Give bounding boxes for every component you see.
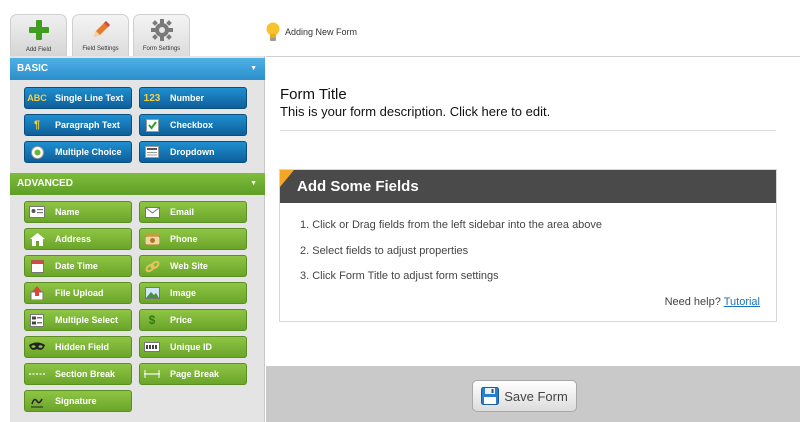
floppy-disk-icon — [481, 387, 500, 405]
tab-form-settings[interactable]: Form Settings — [133, 14, 190, 56]
status-indicator: Adding New Form — [265, 22, 357, 42]
advanced-section-header[interactable]: ADVANCED ▼ — [10, 173, 265, 195]
add-fields-title: Add Some Fields — [297, 178, 419, 195]
id-icon — [144, 340, 160, 354]
save-form-label: Save Form — [504, 388, 568, 404]
upload-icon — [29, 286, 45, 300]
link-icon — [144, 259, 160, 273]
number-123-icon: 123 — [143, 92, 161, 104]
field-button-date-time[interactable]: Date Time — [24, 255, 132, 277]
top-bar: Add Field Field Settings Form Settings A… — [0, 0, 800, 57]
dollar-icon: $ — [148, 313, 156, 327]
house-icon — [29, 232, 45, 246]
field-button-hidden-field[interactable]: Hidden Field — [24, 336, 132, 358]
field-button-multiple-select[interactable]: Multiple Select — [24, 309, 132, 331]
field-button-dropdown[interactable]: Dropdown — [139, 141, 247, 163]
radio-icon — [29, 145, 45, 159]
divider — [280, 130, 776, 131]
save-form-button[interactable]: Save Form — [472, 380, 577, 412]
tab-field-settings[interactable]: Field Settings — [72, 14, 129, 56]
instruction-step: 1. Click or Drag fields from the left si… — [300, 219, 603, 231]
lightbulb-icon — [266, 22, 280, 41]
section-break-icon — [29, 367, 45, 381]
gear-icon — [150, 19, 173, 41]
form-title[interactable]: Form Title — [280, 86, 347, 103]
abc-text-icon: ABC — [27, 93, 47, 103]
envelope-icon — [144, 205, 160, 219]
field-button-number[interactable]: 123 Number — [139, 87, 247, 109]
form-canvas: Form Title This is your form description… — [266, 56, 800, 366]
section-title: ADVANCED — [17, 178, 73, 189]
instruction-step: 3. Click Form Title to adjust form setti… — [300, 270, 499, 282]
field-sidebar: BASIC ▼ ABC Single Line Text 123 Number … — [10, 56, 265, 422]
footer-bar: Save Form — [266, 366, 800, 422]
field-button-image[interactable]: Image — [139, 282, 247, 304]
tab-label: Field Settings — [82, 46, 119, 52]
field-button-name[interactable]: Name — [24, 201, 132, 223]
paragraph-icon: ¶ — [33, 119, 41, 131]
corner-marker — [280, 170, 294, 187]
field-button-multiple-choice[interactable]: Multiple Choice — [24, 141, 132, 163]
basic-section-header[interactable]: BASIC ▼ — [10, 58, 265, 80]
calendar-icon — [29, 259, 45, 273]
help-text: Need help? — [664, 296, 721, 308]
plus-icon — [28, 20, 49, 40]
chevron-down-icon: ▼ — [250, 180, 257, 187]
field-button-signature[interactable]: Signature — [24, 390, 132, 412]
field-button-phone[interactable]: Phone — [139, 228, 247, 250]
name-card-icon — [29, 205, 45, 219]
field-button-address[interactable]: Address — [24, 228, 132, 250]
mask-icon — [29, 340, 45, 354]
instruction-step: 2. Select fields to adjust properties — [300, 245, 469, 257]
field-button-price[interactable]: $ Price — [139, 309, 247, 331]
status-text: Adding New Form — [285, 27, 358, 37]
tab-label: Add Field — [25, 47, 52, 53]
field-button-unique-id[interactable]: Unique ID — [139, 336, 247, 358]
field-button-section-break[interactable]: Section Break — [24, 363, 132, 385]
field-button-single-line-text[interactable]: ABC Single Line Text — [24, 87, 132, 109]
multi-select-icon — [29, 313, 45, 327]
field-button-paragraph-text[interactable]: ¶ Paragraph Text — [24, 114, 132, 136]
form-description[interactable]: This is your form description. Click her… — [280, 104, 550, 119]
field-button-checkbox[interactable]: Checkbox — [139, 114, 247, 136]
dropdown-icon — [144, 145, 160, 159]
tab-label: Form Settings — [142, 46, 181, 52]
pencil-icon — [93, 21, 110, 37]
checkbox-icon — [144, 118, 160, 132]
field-button-page-break[interactable]: Page Break — [139, 363, 247, 385]
add-fields-panel: Add Some Fields 1. Click or Drag fields … — [279, 169, 777, 322]
page-break-icon — [144, 367, 160, 381]
section-title: BASIC — [17, 63, 49, 74]
help-row: Need help? Tutorial — [665, 296, 760, 308]
field-button-email[interactable]: Email — [139, 201, 247, 223]
tutorial-link[interactable]: Tutorial — [724, 296, 760, 308]
field-button-file-upload[interactable]: File Upload — [24, 282, 132, 304]
tab-add-field[interactable]: Add Field — [10, 14, 67, 57]
chevron-down-icon: ▼ — [250, 65, 257, 72]
image-icon — [144, 286, 160, 300]
signature-icon — [29, 394, 45, 408]
add-fields-banner: Add Some Fields — [280, 170, 776, 203]
phone-icon — [144, 232, 160, 246]
field-button-web-site[interactable]: Web Site — [139, 255, 247, 277]
